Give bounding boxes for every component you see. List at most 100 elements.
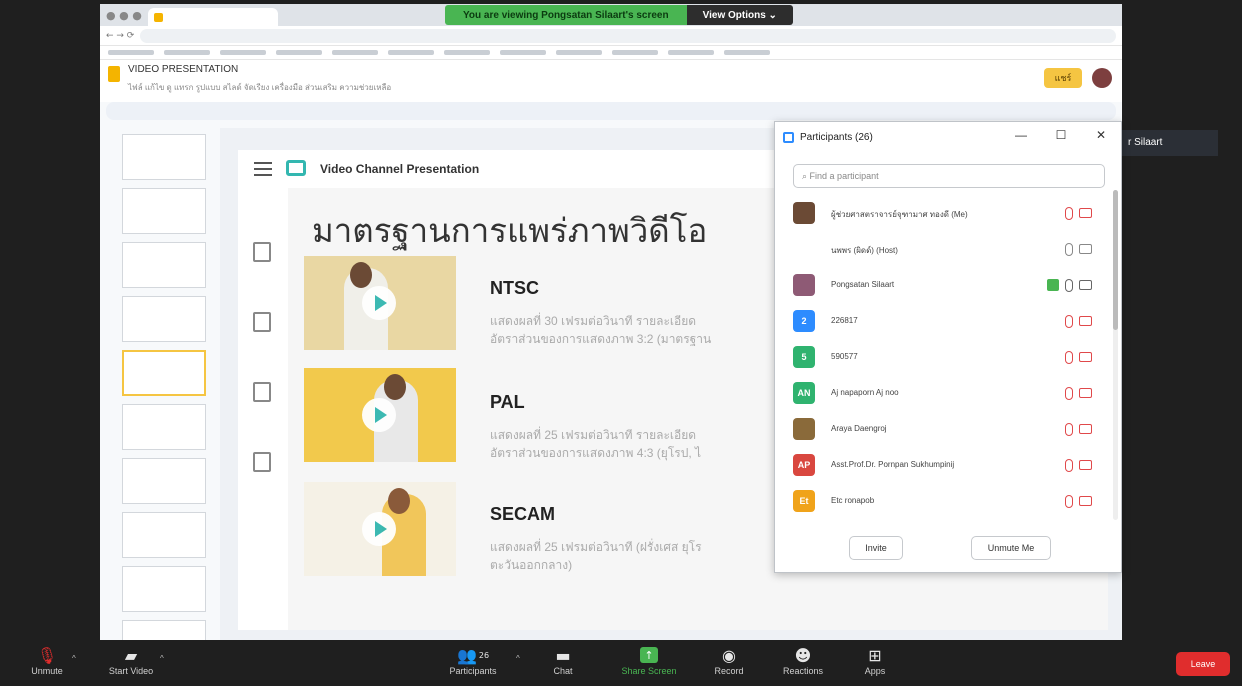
participant-avatar (793, 274, 815, 296)
editor-toolbar[interactable] (106, 102, 1116, 120)
meeting-controls-bar: 🎙 Unmute ^ ▰ Start Video ^ 👥 26 Participa… (0, 640, 1242, 686)
participants-options-caret-icon[interactable]: ^ (516, 654, 520, 663)
slide-thumbnail[interactable] (122, 188, 206, 234)
sharing-message: You are viewing Pongsatan Silaart's scre… (445, 5, 687, 25)
participant-avatar: Et (793, 490, 815, 512)
close-icon[interactable]: ✕ (1091, 128, 1111, 142)
bookmark[interactable] (668, 50, 714, 55)
participants-button[interactable]: 👥 26 Participants (438, 644, 508, 684)
doc-title[interactable]: VIDEO PRESENTATION (128, 64, 391, 75)
slide-thumbnail[interactable] (122, 296, 206, 342)
sharing-screen-icon (1047, 279, 1059, 291)
play-screen-icon (253, 452, 271, 472)
reactions-button[interactable]: ☻ Reactions (768, 644, 838, 684)
bookmark[interactable] (444, 50, 490, 55)
nav-arrows-icon[interactable]: ← → ⟳ (106, 31, 134, 41)
video-icon (253, 242, 271, 262)
participant-avatar: AN (793, 382, 815, 404)
camera-off-icon (1079, 208, 1092, 218)
audio-options-caret-icon[interactable]: ^ (72, 654, 76, 663)
standard-desc: อัตราส่วนของการแสดงภาพ 4:3 (ยุโรป, ไ (490, 446, 702, 460)
bookmark[interactable] (332, 50, 378, 55)
mic-muted-icon (1065, 495, 1073, 508)
camera-off-icon (1079, 424, 1092, 434)
video-off-icon: ▰ (124, 645, 138, 665)
apps-button[interactable]: ⊞ Apps (840, 644, 910, 684)
participant-search-input[interactable]: ⌕ Find a participant (793, 164, 1105, 188)
participant-row[interactable]: Araya Daengroj (775, 412, 1115, 448)
record-icon: ◉ (722, 645, 736, 665)
view-options-button[interactable]: View Options ⌄ (686, 5, 793, 25)
participant-avatar: 5 (793, 346, 815, 368)
unmute-button[interactable]: 🎙 Unmute (12, 644, 82, 684)
zoom-logo-icon (783, 131, 794, 143)
camera-off-icon (1079, 388, 1092, 398)
participant-row[interactable]: Et Etc ronapob (775, 484, 1115, 520)
participant-row[interactable]: 5 590577 (775, 340, 1115, 376)
share-button[interactable]: แชร์ (1044, 68, 1082, 88)
participant-list-scrollbar[interactable] (1113, 190, 1118, 520)
participants-icon: 👥 26 (456, 645, 490, 665)
slide-thumbnail[interactable] (122, 512, 206, 558)
camera-off-icon (1079, 316, 1092, 326)
scroll-thumb[interactable] (1113, 190, 1118, 330)
participant-row[interactable]: 2 226817 (775, 304, 1115, 340)
share-screen-button[interactable]: ↑ Share Screen (614, 644, 684, 684)
participant-row[interactable]: นพพร (ผิดด์) (Host) (775, 232, 1115, 268)
leave-button[interactable]: Leave (1176, 652, 1230, 676)
slide-thumbnail[interactable] (122, 566, 206, 612)
record-button[interactable]: ◉ Record (694, 644, 764, 684)
person-head (388, 488, 410, 514)
video-options-caret-icon[interactable]: ^ (160, 654, 164, 663)
participant-count: 26 (478, 650, 490, 660)
unmute-me-button[interactable]: Unmute Me (971, 536, 1051, 560)
slide-side-icons (238, 188, 288, 630)
participant-avatar (793, 238, 815, 260)
minimize-icon[interactable]: — (1011, 128, 1031, 142)
invite-button[interactable]: Invite (849, 536, 903, 560)
standard-desc: แสดงผลที่ 30 เฟรมต่อวินาที รายละเอียด (490, 314, 697, 328)
slide-thumbnail[interactable] (122, 620, 206, 640)
account-avatar[interactable] (1092, 68, 1112, 88)
slides-logo-icon (108, 66, 120, 82)
participant-avatar: 2 (793, 310, 815, 332)
reactions-label: Reactions (782, 666, 824, 676)
bookmark[interactable] (612, 50, 658, 55)
bookmark[interactable] (500, 50, 546, 55)
panel-title-bar: Participants (26) — ☐ ✕ (775, 122, 1121, 152)
reactions-icon: ☻ (794, 645, 812, 665)
participant-row[interactable]: Pongsatan Silaart (775, 268, 1115, 304)
panel-title: Participants (26) (800, 131, 873, 143)
doc-menu-bar[interactable]: ไฟล์ แก้ไข ดู แทรก รูปแบบ สไลด์ จัดเรียง… (128, 81, 391, 94)
person-head (384, 374, 406, 400)
chat-button[interactable]: ▬ Chat (528, 644, 598, 684)
url-field[interactable] (140, 28, 1116, 43)
document-icon (253, 312, 271, 332)
slide-thumbnail-selected[interactable] (122, 350, 206, 396)
mic-muted-icon (1065, 351, 1073, 364)
participant-avatar: AP (793, 454, 815, 476)
slide-thumbnail[interactable] (122, 458, 206, 504)
bookmark[interactable] (108, 50, 154, 55)
bookmark[interactable] (276, 50, 322, 55)
start-video-button[interactable]: ▰ Start Video (96, 644, 166, 684)
bookmark[interactable] (388, 50, 434, 55)
bookmark[interactable] (220, 50, 266, 55)
maximize-icon[interactable]: ☐ (1051, 128, 1071, 142)
standard-name: SECAM (490, 504, 556, 524)
participant-row[interactable]: AP Asst.Prof.Dr. Pornpan Sukhumpinij (775, 448, 1115, 484)
browser-address-bar: ← → ⟳ (100, 26, 1122, 46)
browser-tab[interactable] (147, 8, 278, 26)
participant-row[interactable]: ผู้ช่วยศาสตราจารย์จุฑามาศ ทองดี (Me) (775, 196, 1115, 232)
bookmark[interactable] (556, 50, 602, 55)
bookmark[interactable] (724, 50, 770, 55)
slide-heading: มาตรฐานการแพร่ภาพวิดีโอ (312, 212, 708, 249)
slide-thumbnail[interactable] (122, 404, 206, 450)
bookmark[interactable] (164, 50, 210, 55)
slide-thumbnail[interactable] (122, 134, 206, 180)
play-icon (362, 398, 396, 432)
participant-row[interactable]: AN Aj napaporn Aj noo (775, 376, 1115, 412)
slide-thumbnail[interactable] (122, 242, 206, 288)
doc-header: VIDEO PRESENTATION ไฟล์ แก้ไข ดู แทรก รู… (100, 60, 1122, 102)
standard-desc: แสดงผลที่ 25 เฟรมต่อวินาที (ฝรั่งเศส ยุโ… (490, 540, 702, 554)
